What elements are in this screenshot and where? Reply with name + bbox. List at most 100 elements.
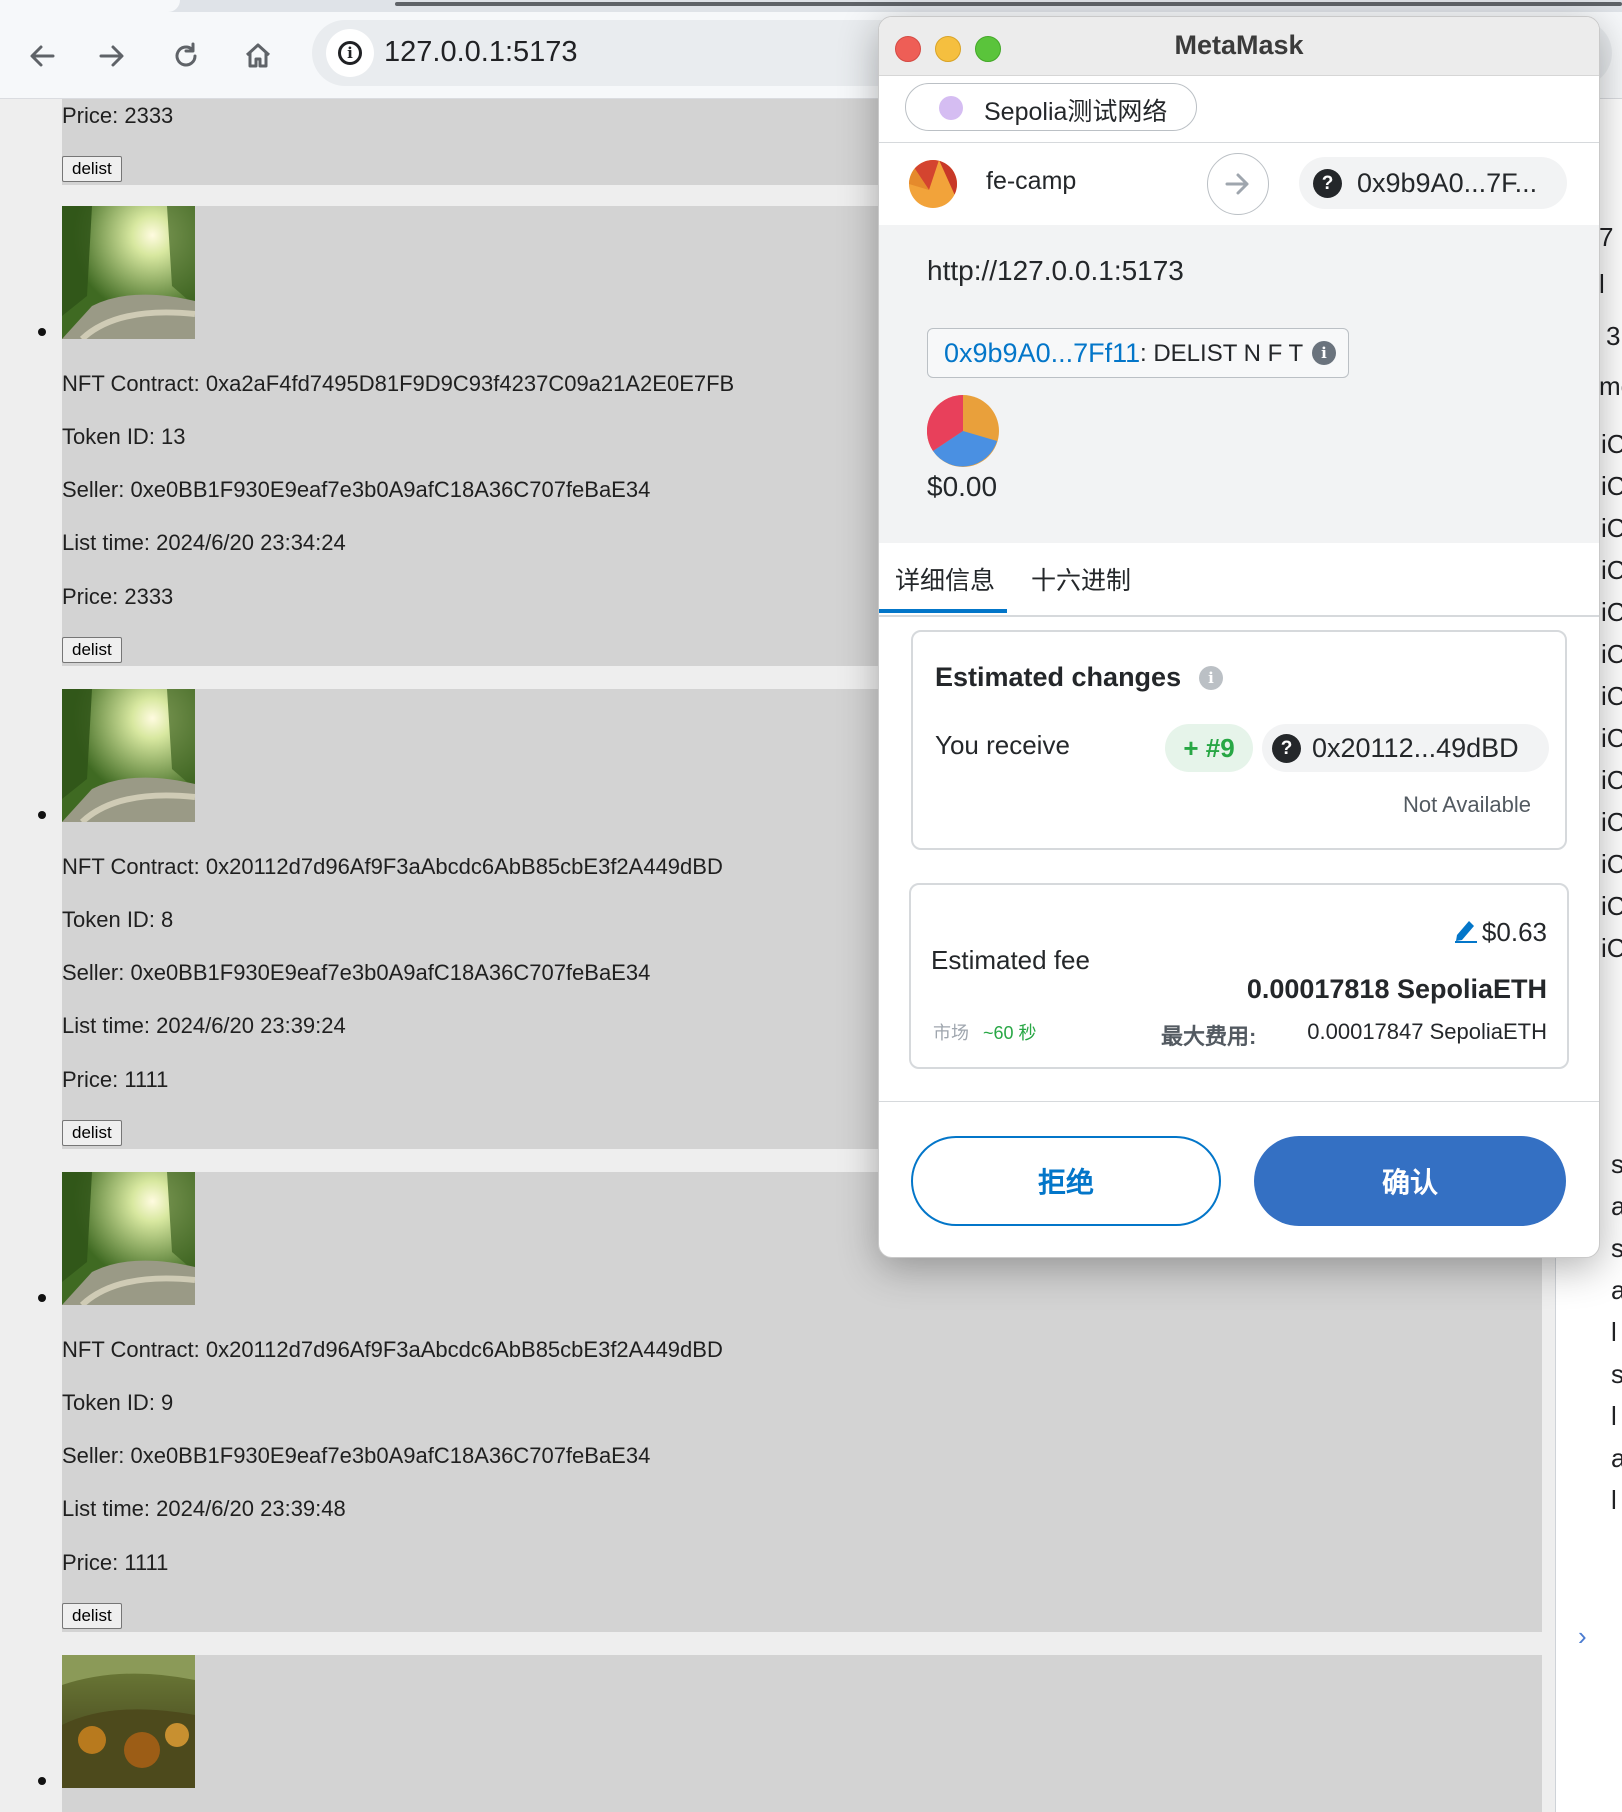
edit-pencil-icon[interactable]: [1453, 915, 1479, 943]
account-avatar-icon: [909, 160, 957, 208]
arrow-left-icon[interactable]: [22, 36, 62, 76]
nft-image-forest-road: [62, 689, 195, 822]
devtools-fragment: iC: [1601, 891, 1622, 921]
token-id-text: Token ID: 13: [62, 424, 186, 449]
reload-icon[interactable]: [166, 36, 206, 76]
devtools-fragment: iC: [1601, 933, 1622, 963]
delist-button[interactable]: delist: [62, 1120, 122, 1146]
fiat-availability: Not Available: [1402, 792, 1531, 817]
tab-strip-divider: [395, 2, 1622, 6]
unknown-address-icon: ?: [1313, 169, 1342, 198]
token-address-pill[interactable]: ? 0x20112...49dBD: [1262, 724, 1549, 772]
home-icon[interactable]: [238, 36, 278, 76]
recipient-address: 0x9b9A0...7F...: [1357, 168, 1538, 198]
devtools-fragment: iC: [1601, 807, 1622, 837]
contract-address-link[interactable]: 0x9b9A0...7Ff11: [944, 338, 1140, 369]
url-text[interactable]: 127.0.0.1:5173: [384, 36, 578, 69]
devtools-fragment: me: [1599, 371, 1622, 401]
token-address: 0x20112...49dBD: [1312, 733, 1519, 763]
nft-contract-text: NFT Contract: 0xa2aF4fd7495D81F9D9C93f42…: [62, 371, 735, 396]
list-bullet: [38, 1777, 46, 1785]
devtools-fragment: l: [1611, 1401, 1617, 1431]
metamask-popup: MetaMask Sepolia测试网络 fe-camp ? 0x9b9A0..…: [878, 16, 1600, 1258]
info-icon[interactable]: i: [1199, 666, 1223, 690]
token-identicon-icon: [926, 394, 999, 467]
list-time-text: List time: 2024/6/20 23:34:24: [62, 530, 346, 555]
list-time-text: List time: 2024/6/20 23:39:24: [62, 1013, 346, 1038]
price-text: Price: 2333: [62, 584, 174, 609]
delist-button[interactable]: delist: [62, 637, 122, 663]
sender-recipient-row: fe-camp ? 0x9b9A0...7F...: [879, 142, 1599, 226]
detail-tabs: 详细信息 十六进制: [879, 543, 1599, 617]
price-text: Price: 1111: [62, 1067, 169, 1092]
fee-time: ~60 秒: [983, 1023, 1037, 1043]
network-selector[interactable]: Sepolia测试网络: [905, 83, 1197, 131]
transaction-value: $0.00: [927, 471, 998, 502]
confirm-button[interactable]: 确认: [1254, 1136, 1566, 1226]
devtools-fragment: iC: [1601, 555, 1622, 585]
devtools-fragment: a: [1611, 1443, 1622, 1474]
devtools-fragment: iC: [1601, 513, 1622, 543]
price-text: Price: 1111: [62, 1550, 169, 1575]
price-text: Price: 2333: [62, 103, 174, 128]
list-bullet: [38, 1294, 46, 1302]
contract-method-box: 0x9b9A0...7Ff11 : DELIST N F T i: [927, 328, 1349, 378]
origin-url: http://127.0.0.1:5173: [927, 255, 1184, 286]
info-icon[interactable]: i: [1312, 341, 1336, 365]
devtools-fragment: iC: [1601, 681, 1622, 711]
nft-contract-text: NFT Contract: 0x20112d7d96Af9F3aAbcdc6Ab…: [62, 854, 723, 879]
delist-button[interactable]: delist: [62, 1603, 122, 1629]
token-id-text: Token ID: 8: [62, 907, 174, 932]
unknown-token-icon: ?: [1272, 734, 1301, 763]
list-bullet: [38, 811, 46, 819]
list-time-text: List time: 2024/6/20 23:39:48: [62, 1496, 346, 1521]
tab-strip: [0, 0, 1622, 12]
tab-details[interactable]: 详细信息: [895, 561, 995, 597]
request-summary: http://127.0.0.1:5173 0x9b9A0...7Ff11 : …: [879, 225, 1599, 543]
list-bullet: [38, 328, 46, 336]
estimated-changes-title: Estimated changes: [935, 662, 1182, 692]
devtools-fragment: 7: [1599, 222, 1614, 252]
devtools-fragment: l: [1611, 1317, 1617, 1347]
listing-card: [38, 1655, 1542, 1812]
devtools-fragment: iC: [1601, 849, 1622, 879]
devtools-fragment: iC: [1601, 723, 1622, 753]
arrow-right-icon[interactable]: [92, 36, 132, 76]
nft-contract-text: NFT Contract: 0x20112d7d96Af9F3aAbcdc6Ab…: [62, 1337, 723, 1362]
active-tab[interactable]: [0, 0, 180, 12]
info-icon[interactable]: i: [326, 29, 374, 77]
fee-usd: $0.63: [1481, 917, 1547, 947]
devtools-fragment: s: [1611, 1233, 1622, 1264]
devtools-fragment: iC: [1601, 639, 1622, 669]
tab-hex[interactable]: 十六进制: [1031, 561, 1131, 597]
devtools-fragment: iC: [1601, 597, 1622, 627]
devtools-fragment: s: [1611, 1359, 1622, 1390]
nft-image-forest-road: [62, 1172, 195, 1305]
devtools-fragment: iC: [1601, 765, 1622, 795]
reject-button[interactable]: 拒绝: [911, 1136, 1221, 1226]
devtools-fragment: a: [1611, 1275, 1622, 1306]
chevron-right-icon[interactable]: ›: [1578, 1621, 1587, 1652]
window-titlebar: MetaMask: [879, 17, 1599, 76]
recipient-address-pill[interactable]: ? 0x9b9A0...7F...: [1299, 157, 1567, 209]
devtools-fragment: l: [1611, 1485, 1617, 1515]
arrow-right-icon: [1207, 153, 1269, 215]
window-title: MetaMask: [1174, 30, 1304, 60]
devtools-fragment: a: [1611, 1191, 1622, 1222]
seller-text: Seller: 0xe0BB1F930E9eaf7e3b0A9afC18A36C…: [62, 1443, 651, 1468]
active-tab-indicator: [879, 609, 1007, 613]
estimated-changes-card: Estimated changes i You receive + #9 ? 0…: [911, 630, 1567, 850]
estimated-fee-card: Estimated fee $0.63 0.00017818 SepoliaET…: [909, 883, 1569, 1069]
fee-label: Estimated fee: [931, 945, 1090, 975]
devtools-fragment: iC: [1601, 471, 1622, 501]
method-name: : DELIST N F T: [1140, 340, 1304, 367]
seller-text: Seller: 0xe0BB1F930E9eaf7e3b0A9afC18A36C…: [62, 960, 651, 985]
nft-image-autumn-valley: [62, 1655, 195, 1788]
delist-button[interactable]: delist: [62, 156, 122, 182]
nft-image-forest-road: [62, 206, 195, 339]
from-account-name[interactable]: fe-camp: [986, 167, 1076, 196]
devtools-fragment: iC: [1601, 429, 1622, 459]
max-fee-label: 最大费用:: [1161, 1024, 1257, 1049]
fee-eth: 0.00017818 SepoliaETH: [1246, 974, 1547, 1004]
max-fee-value: 0.00017847 SepoliaETH: [1307, 1019, 1547, 1044]
